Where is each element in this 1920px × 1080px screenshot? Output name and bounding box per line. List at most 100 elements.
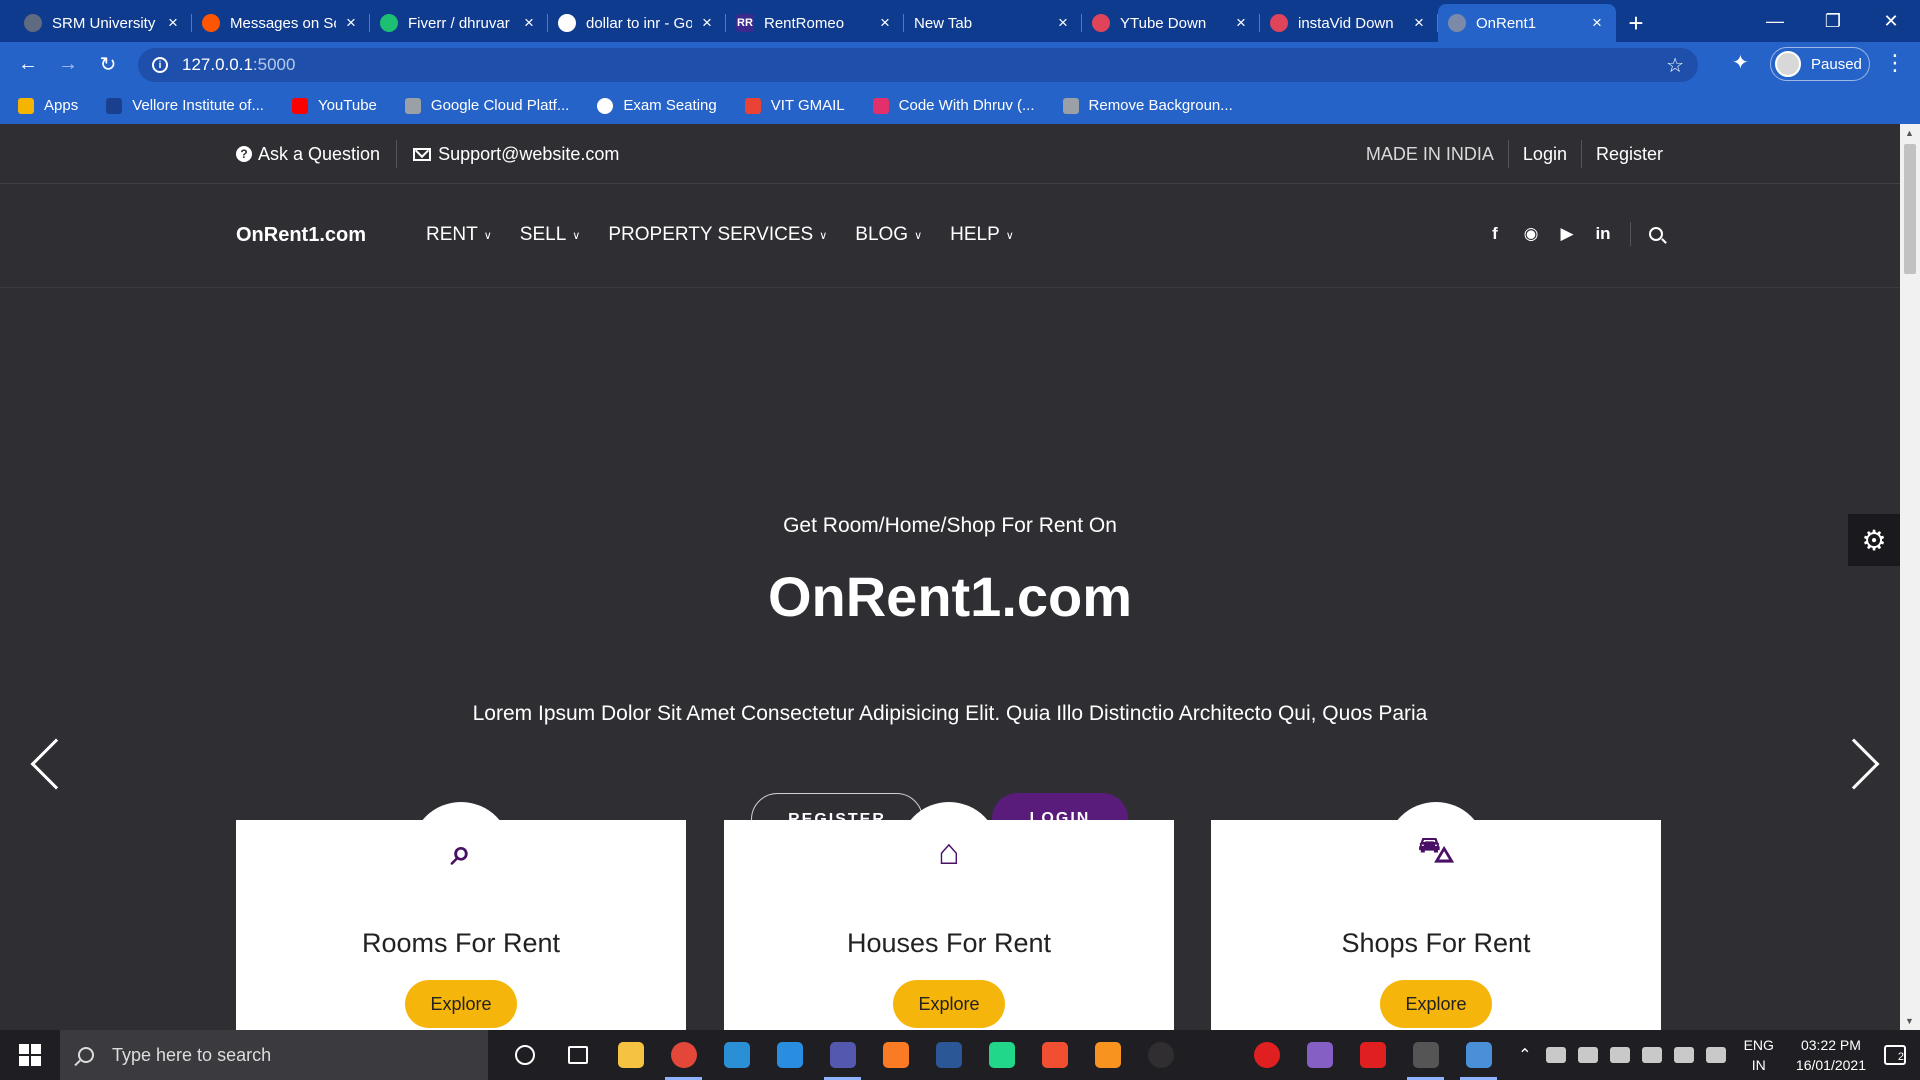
- youtube-icon[interactable]: ▶: [1558, 224, 1576, 244]
- taskbar-app[interactable]: [604, 1030, 657, 1080]
- search-icon[interactable]: [1649, 227, 1663, 241]
- close-tab-icon[interactable]: ×: [1588, 13, 1606, 33]
- taskbar-app[interactable]: [816, 1030, 869, 1080]
- card-title: Rooms For Rent: [361, 928, 561, 958]
- page-scrollbar[interactable]: ▲ ▼: [1900, 124, 1920, 1030]
- minimize-icon[interactable]: —: [1746, 0, 1804, 42]
- explore-button[interactable]: Explore: [1380, 980, 1492, 1028]
- taskbar-app[interactable]: [1187, 1030, 1240, 1080]
- slider-next-arrow-icon[interactable]: [1828, 738, 1880, 790]
- taskbar-app[interactable]: [1028, 1030, 1081, 1080]
- close-tab-icon[interactable]: ×: [1232, 13, 1250, 33]
- close-window-icon[interactable]: ✕: [1862, 0, 1920, 42]
- topbar-register-link[interactable]: Register: [1596, 144, 1663, 165]
- support-email-link[interactable]: Support@website.com: [413, 144, 619, 165]
- taskbar-app[interactable]: [710, 1030, 763, 1080]
- facebook-icon[interactable]: f: [1486, 224, 1504, 244]
- slider-prev-arrow-icon[interactable]: [30, 738, 82, 790]
- nav-item[interactable]: BLOG ∨: [855, 224, 922, 246]
- browser-tab[interactable]: New Tab ×: [904, 4, 1082, 42]
- taskbar-app[interactable]: [1346, 1030, 1399, 1080]
- taskbar-app[interactable]: [1452, 1030, 1505, 1080]
- close-tab-icon[interactable]: ×: [698, 13, 716, 33]
- close-tab-icon[interactable]: ×: [164, 13, 182, 33]
- taskbar-app[interactable]: [551, 1030, 604, 1080]
- bookmark-item[interactable]: YouTube: [291, 97, 377, 114]
- taskbar-app[interactable]: [1134, 1030, 1187, 1080]
- browser-tab[interactable]: dollar to inr - Google ×: [548, 4, 726, 42]
- site-logo-text[interactable]: OnRent1.com: [236, 224, 366, 247]
- envelope-icon: [413, 147, 432, 161]
- start-button[interactable]: [0, 1030, 60, 1080]
- topbar-login-link[interactable]: Login: [1523, 144, 1567, 165]
- nav-item[interactable]: RENT ∨: [426, 224, 492, 246]
- site-info-icon[interactable]: i: [152, 57, 168, 73]
- taskbar-app[interactable]: [657, 1030, 710, 1080]
- instagram-icon[interactable]: ◉: [1522, 224, 1540, 244]
- taskbar-app[interactable]: [975, 1030, 1028, 1080]
- new-tab-button[interactable]: +: [1616, 4, 1656, 42]
- taskbar-app[interactable]: [1240, 1030, 1293, 1080]
- scroll-up-icon[interactable]: ▲: [1905, 128, 1914, 138]
- browser-tab[interactable]: Messages on SoundCloud ×: [192, 4, 370, 42]
- back-arrow-icon[interactable]: ←: [8, 45, 48, 85]
- reload-icon[interactable]: ↻: [88, 45, 128, 85]
- profile-button[interactable]: Paused: [1770, 47, 1870, 81]
- bookmark-item[interactable]: Exam Seating: [597, 97, 717, 114]
- explore-button[interactable]: Explore: [405, 980, 517, 1028]
- bookmark-item[interactable]: Code With Dhruv (...: [872, 97, 1035, 114]
- bookmark-item[interactable]: Vellore Institute of...: [106, 97, 264, 114]
- nav-item[interactable]: HELP ∨: [950, 224, 1014, 246]
- taskbar-app[interactable]: [1081, 1030, 1134, 1080]
- taskbar-app[interactable]: [1399, 1030, 1452, 1080]
- language-indicator[interactable]: ENG IN: [1744, 1035, 1774, 1075]
- battery-icon[interactable]: [1641, 1047, 1662, 1063]
- taskbar-app[interactable]: [498, 1030, 551, 1080]
- ask-question-link[interactable]: ? Ask a Question: [236, 144, 380, 165]
- close-tab-icon[interactable]: ×: [1410, 13, 1428, 33]
- taskbar-search-box[interactable]: Type here to search: [60, 1030, 488, 1080]
- close-tab-icon[interactable]: ×: [520, 13, 538, 33]
- taskbar-app[interactable]: [763, 1030, 816, 1080]
- onedrive-icon[interactable]: [1609, 1047, 1630, 1063]
- nav-item[interactable]: PROPERTY SERVICES ∨: [608, 224, 827, 246]
- scroll-down-icon[interactable]: ▼: [1905, 1016, 1914, 1026]
- clock[interactable]: 03:22 PM 16/01/2021: [1796, 1035, 1866, 1075]
- browser-tab[interactable]: Fiverr / dhruvar ×: [370, 4, 548, 42]
- bookmark-item[interactable]: Remove Backgroun...: [1062, 97, 1233, 114]
- restore-icon[interactable]: ❐: [1804, 0, 1862, 42]
- notification-center-icon[interactable]: 2: [1884, 1045, 1906, 1065]
- browser-tab[interactable]: RR RentRomeo ×: [726, 4, 904, 42]
- taskbar-app[interactable]: [869, 1030, 922, 1080]
- scrollbar-thumb[interactable]: [1904, 144, 1916, 274]
- browser-tab[interactable]: OnRent1 ×: [1438, 4, 1616, 42]
- tray-app-icon[interactable]: [1577, 1047, 1598, 1063]
- close-tab-icon[interactable]: ×: [342, 13, 360, 33]
- meet-now-icon[interactable]: [1545, 1047, 1566, 1063]
- address-bar[interactable]: i 127.0.0.1:5000 ☆: [138, 48, 1698, 82]
- browser-tab[interactable]: YTube Down ×: [1082, 4, 1260, 42]
- settings-gear-icon[interactable]: ⚙: [1848, 514, 1900, 566]
- explore-button[interactable]: Explore: [893, 980, 1005, 1028]
- forward-arrow-icon[interactable]: →: [48, 45, 88, 85]
- bookmark-item[interactable]: VIT GMAIL: [744, 97, 845, 114]
- browser-menu-icon[interactable]: ⋮: [1884, 50, 1906, 76]
- chevron-down-icon: ∨: [819, 229, 828, 242]
- linkedin-icon[interactable]: in: [1594, 224, 1612, 244]
- taskbar-app[interactable]: [922, 1030, 975, 1080]
- volume-icon[interactable]: [1705, 1047, 1726, 1063]
- soundcloud-icon: [202, 14, 220, 32]
- browser-tab[interactable]: SRM University ×: [14, 4, 192, 42]
- site-topbar: ? Ask a Question Support@website.com MAD…: [0, 124, 1900, 184]
- bookmark-star-icon[interactable]: ☆: [1666, 53, 1684, 78]
- browser-tab[interactable]: instaVid Down ×: [1260, 4, 1438, 42]
- bookmark-item[interactable]: Google Cloud Platf...: [404, 97, 569, 114]
- wifi-icon[interactable]: [1673, 1047, 1694, 1063]
- nav-item[interactable]: SELL ∨: [520, 224, 581, 246]
- chevron-up-icon[interactable]: ⌃: [1518, 1045, 1531, 1065]
- close-tab-icon[interactable]: ×: [876, 13, 894, 33]
- taskbar-app[interactable]: [1293, 1030, 1346, 1080]
- close-tab-icon[interactable]: ×: [1054, 13, 1072, 33]
- extensions-puzzle-icon[interactable]: ✦: [1732, 50, 1749, 75]
- bookmark-item[interactable]: Apps: [18, 97, 78, 114]
